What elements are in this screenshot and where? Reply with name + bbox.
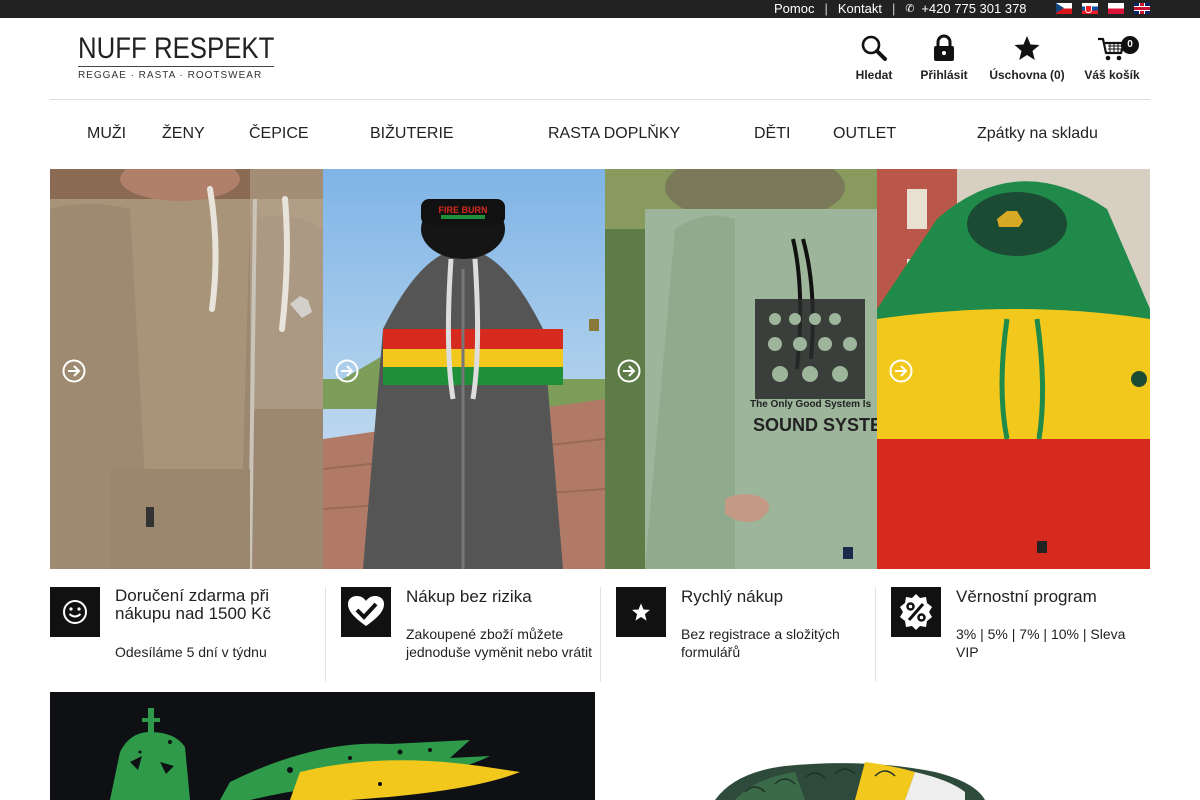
cart-label: Váš košík [1084, 68, 1140, 82]
feature-risk-free: Nákup bez rizika Zakoupené zboží můžete … [341, 587, 597, 682]
lion-flag-print-image [50, 692, 595, 800]
nav-item-women[interactable]: ŽENY [162, 125, 205, 143]
feature-divider [875, 587, 876, 682]
contact-link[interactable]: Kontakt [838, 1, 882, 16]
feature-description: Zakoupené zboží můžete jednoduše vyměnit… [406, 626, 592, 660]
top-links: Pomoc | Kontakt | ✆ +420 775 301 378 [774, 1, 1027, 16]
cap-print-text: FIRE BURN [439, 205, 488, 215]
arrow-right-circle-icon[interactable] [62, 359, 86, 383]
feature-loyalty-program: Věrnostní program 3% | 5% | 7% | 10% | S… [891, 587, 1150, 682]
knit-beanie-image [605, 692, 1150, 800]
login-label: Přihlásit [920, 68, 968, 82]
search-icon [861, 35, 887, 61]
feature-title: Věrnostní program [956, 587, 1097, 606]
help-link[interactable]: Pomoc [774, 1, 814, 16]
feature-badge [50, 587, 100, 637]
cart-count-badge: 0 [1121, 36, 1139, 54]
sound-system-hoodie-image: The Only Good System Is SOUND SYSTE [605, 169, 877, 569]
feature-badge [616, 587, 666, 637]
wishlist-button[interactable]: Úschovna (0) [988, 34, 1066, 82]
beige-hoodie-image [50, 169, 323, 569]
feature-free-delivery: Doručení zdarma při nákupu nad 1500 Kč O… [50, 587, 320, 682]
star-icon [632, 603, 650, 621]
star-icon [1014, 36, 1040, 60]
language-switcher [1056, 3, 1150, 14]
promo-banner-lion-print[interactable] [50, 692, 595, 800]
percent-badge-icon [900, 594, 932, 630]
rasta-hoodie-image: FIRE BURN [323, 169, 605, 569]
wishlist-label: Úschovna (0) [989, 68, 1065, 82]
feature-title: Doručení zdarma při nákupu nad 1500 Kč [115, 586, 271, 623]
feature-description: Bez registrace a složitých formulářů [681, 626, 840, 660]
arrow-right-circle-icon[interactable] [889, 359, 913, 383]
nav-item-kids[interactable]: DĚTI [754, 125, 790, 143]
smile-icon [63, 600, 87, 624]
phone-icon: ✆ [905, 3, 915, 15]
hero-banner: FIRE BURN The Only Good System Is SOUND … [50, 169, 1150, 569]
hero-panel-beige-hoodie[interactable] [50, 169, 323, 569]
phone-number[interactable]: +420 775 301 378 [921, 1, 1026, 16]
nav-item-jewelry[interactable]: BIŽUTERIE [370, 125, 454, 143]
feature-divider [325, 587, 326, 682]
hero-panel-tricolor-hoodie[interactable] [877, 169, 1150, 569]
lock-icon [934, 34, 954, 61]
hero-panel-sound-system-hoodie[interactable]: The Only Good System Is SOUND SYSTE [605, 169, 877, 569]
main-navigation: MUŽI ŽENY ČEPICE BIŽUTERIE RASTA DOPLŇKY… [0, 100, 1200, 168]
feature-badge [891, 587, 941, 637]
nav-item-caps[interactable]: ČEPICE [249, 125, 309, 143]
sk-flag-icon[interactable] [1082, 3, 1098, 14]
arrow-right-circle-icon[interactable] [335, 359, 359, 383]
nav-item-back-in-stock[interactable]: Zpátky na skladu [977, 125, 1098, 143]
feature-fast-purchase: Rychlý nákup Bez registrace a složitých … [616, 587, 872, 682]
feature-badge [341, 587, 391, 637]
nav-item-outlet[interactable]: OUTLET [833, 125, 896, 143]
arrow-right-circle-icon[interactable] [617, 359, 641, 383]
hoodie-print-line-2: SOUND SYSTE [753, 415, 877, 435]
separator: | [824, 1, 828, 16]
tricolor-hoodie-image [877, 169, 1150, 569]
search-label: Hledat [855, 68, 893, 82]
cart-button[interactable]: 0 Váš košík [1083, 34, 1141, 82]
heart-check-icon [348, 596, 384, 626]
feature-title: Nákup bez rizika [406, 587, 532, 606]
separator: | [891, 1, 896, 16]
feature-description: Odesíláme 5 dní v týdnu [115, 644, 267, 660]
cz-flag-icon[interactable] [1056, 3, 1072, 14]
hoodie-print-line-1: The Only Good System Is [750, 399, 872, 410]
nav-item-men[interactable]: MUŽI [87, 125, 126, 143]
top-bar: Pomoc | Kontakt | ✆ +420 775 301 378 [0, 0, 1200, 18]
hero-panel-rasta-hoodie[interactable]: FIRE BURN [323, 169, 605, 569]
gb-flag-icon[interactable] [1134, 3, 1150, 14]
nav-item-rasta-accessories[interactable]: RASTA DOPLŇKY [548, 125, 680, 143]
pl-flag-icon[interactable] [1108, 3, 1124, 14]
feature-description: 3% | 5% | 7% | 10% | Sleva VIP [956, 626, 1126, 660]
login-button[interactable]: Přihlásit [919, 34, 969, 82]
feature-title: Rychlý nákup [681, 587, 784, 606]
search-button[interactable]: Hledat [855, 34, 893, 82]
feature-divider [600, 587, 601, 682]
header-actions: Hledat Přihlásit Úschovna (0) 0 Váš koší… [0, 34, 1200, 84]
promo-banner-knit-beanie[interactable] [605, 692, 1150, 800]
